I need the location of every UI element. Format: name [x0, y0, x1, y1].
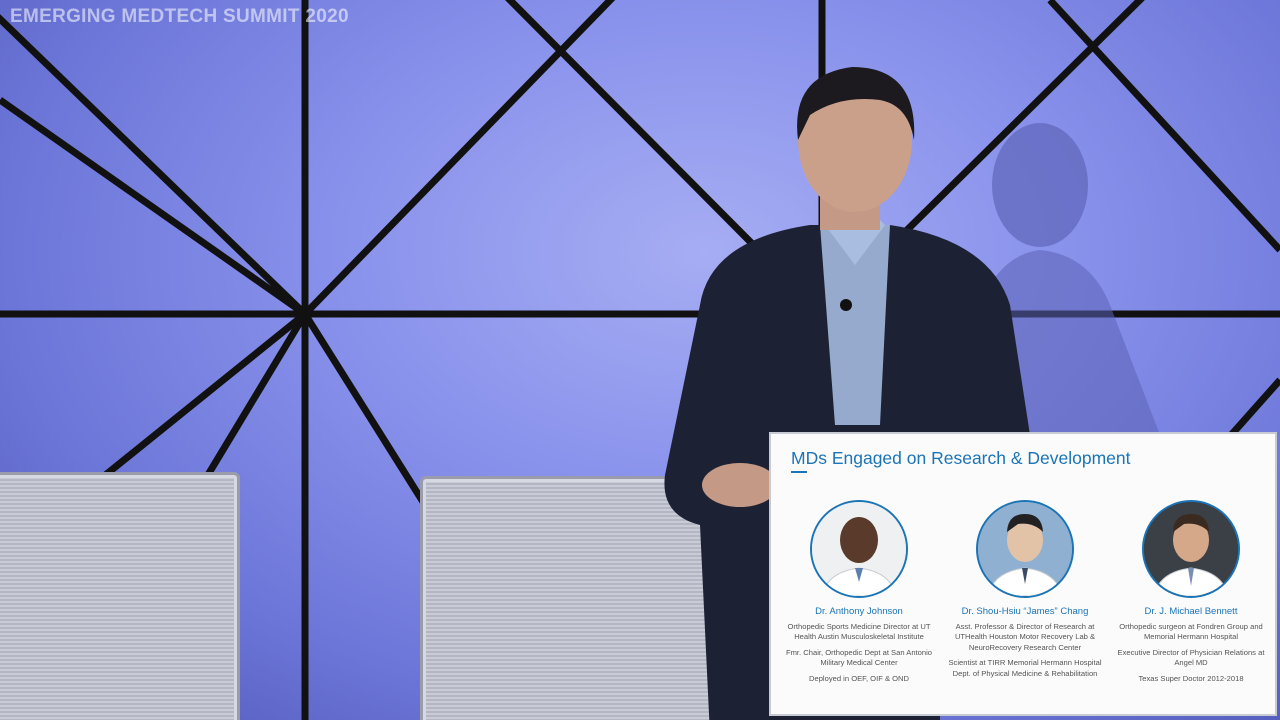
doctor-credential: Orthopedic Sports Medicine Director at U…: [787, 622, 931, 642]
armchair-left: [0, 472, 240, 720]
doctor-credential: Orthopedic surgeon at Fondren Group and …: [1119, 622, 1263, 642]
doctor-card: Dr. Shou-Hsiu “James” Chang Asst. Profes…: [945, 500, 1105, 679]
doctor-photo: [1142, 500, 1240, 598]
doctor-name: Dr. Anthony Johnson: [815, 606, 903, 617]
doctor-photo: [810, 500, 908, 598]
doctor-credential: Executive Director of Physician Relation…: [1117, 647, 1265, 668]
doctor-credential: Scientist at TIRR Memorial Hermann Hospi…: [948, 658, 1102, 678]
doctor-credential: Asst. Professor & Director of Research a…: [954, 622, 1096, 652]
doctor-credential: Fmr. Chair, Orthopedic Dept at San Anton…: [785, 647, 933, 668]
doctor-name: Dr. J. Michael Bennett: [1144, 606, 1238, 617]
video-frame: EMERGING MEDTECH SUMMIT 2020 MDs Engaged…: [0, 0, 1280, 720]
event-watermark: EMERGING MEDTECH SUMMIT 2020: [10, 6, 349, 27]
doctor-photo: [976, 500, 1074, 598]
slide-overlay: MDs Engaged on Research & Development Dr…: [769, 432, 1277, 716]
doctor-credential: Texas Super Doctor 2012-2018: [1138, 673, 1244, 683]
title-underline: [791, 471, 807, 473]
doctor-card: Dr. J. Michael Bennett Orthopedic surgeo…: [1111, 500, 1271, 684]
doctor-credential: Deployed in OEF, OIF & OND: [808, 673, 910, 683]
slide-title: MDs Engaged on Research & Development: [791, 448, 1131, 468]
doctor-card: Dr. Anthony Johnson Orthopedic Sports Me…: [779, 500, 939, 684]
doctor-name: Dr. Shou-Hsiu “James” Chang: [961, 606, 1089, 617]
